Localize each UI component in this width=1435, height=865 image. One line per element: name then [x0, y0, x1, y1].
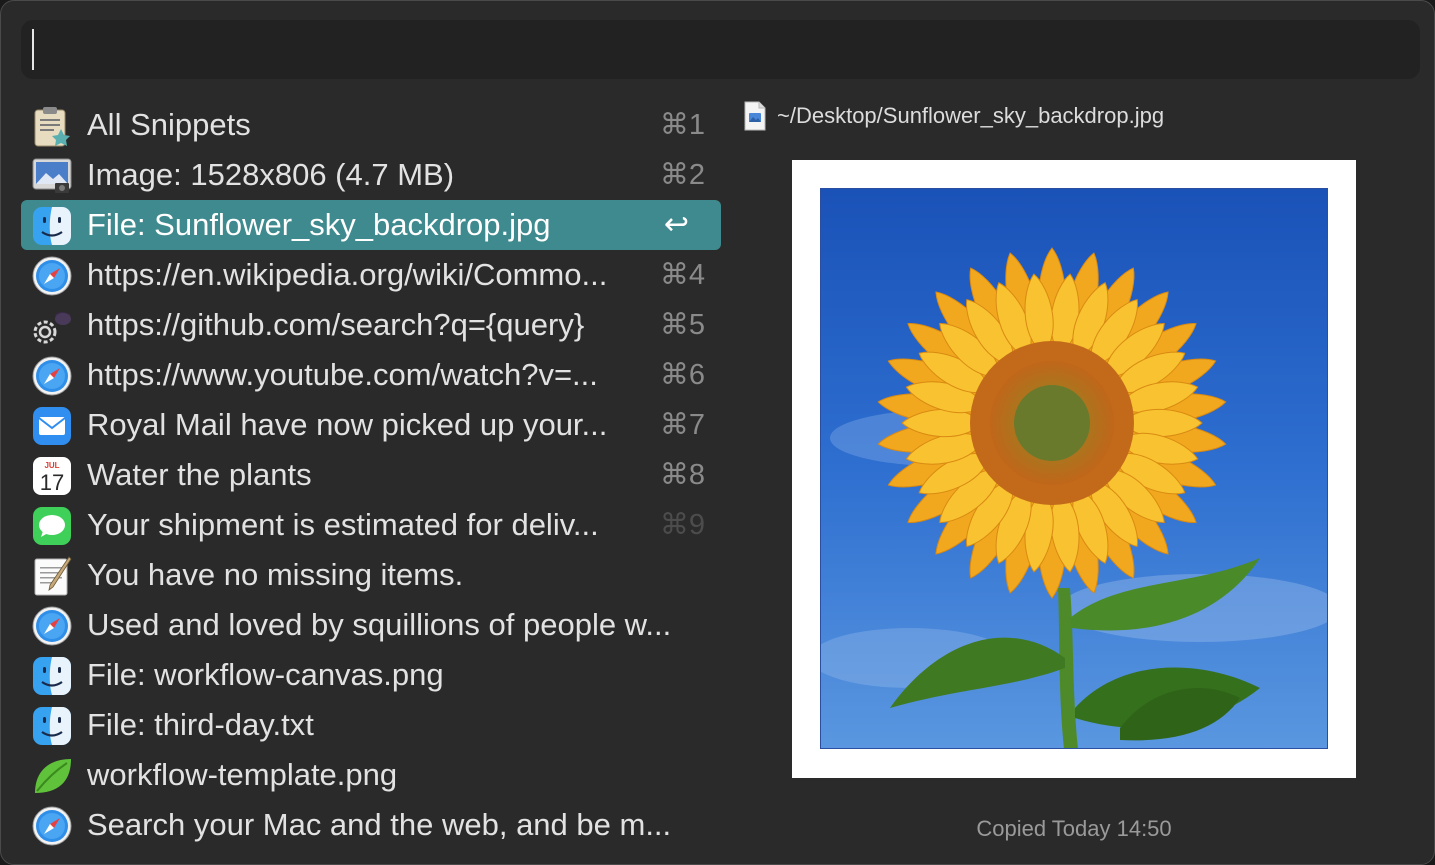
result-label: Water the plants: [87, 457, 312, 492]
result-label: Your shipment is estimated for deliv...: [87, 507, 599, 542]
shortcut-hint: ⌘6: [659, 359, 705, 391]
finder-icon: [31, 705, 73, 747]
result-item[interactable]: Royal Mail have now picked up your... ⌘7: [21, 400, 721, 450]
result-item[interactable]: All Snippets ⌘1: [21, 100, 721, 150]
return-key-hint: ↩: [663, 208, 689, 241]
sunflower-image: [820, 188, 1328, 749]
shortcut-hint: ⌘7: [659, 409, 705, 441]
text-caret: [32, 29, 34, 70]
file-path: ~/Desktop/Sunflower_sky_backdrop.jpg: [777, 103, 1165, 128]
calendar-icon: JUL 17: [31, 455, 73, 497]
copied-timestamp: Copied Today 14:50: [976, 816, 1172, 841]
result-label: https://github.com/search?q={query}: [87, 307, 585, 342]
result-label: All Snippets: [87, 107, 251, 142]
calendar-day: 17: [40, 470, 64, 495]
result-item[interactable]: workflow-template.png: [21, 750, 721, 800]
result-label: https://en.wikipedia.org/wiki/Commo...: [87, 257, 608, 292]
result-label: File: workflow-canvas.png: [87, 657, 444, 692]
mail-icon: [31, 405, 73, 447]
result-item[interactable]: JUL 17 Water the plants ⌘8: [21, 450, 721, 500]
result-label: File: third-day.txt: [87, 707, 314, 742]
results-list: All Snippets ⌘1 Image: 1528x806 (4.7 MB) ⌘2…: [21, 100, 721, 850]
safari-icon: [31, 805, 73, 847]
result-label: Royal Mail have now picked up your...: [87, 407, 608, 442]
finder-icon: [31, 205, 73, 247]
shortcut-hint: ⌘4: [659, 259, 705, 291]
workflow-gear-icon: [31, 305, 73, 347]
safari-icon: [31, 255, 73, 297]
calendar-month: JUL: [44, 461, 59, 470]
result-label: Search your Mac and the web, and be m...: [87, 807, 672, 842]
result-item[interactable]: File: workflow-canvas.png: [21, 650, 721, 700]
result-item[interactable]: Image: 1528x806 (4.7 MB) ⌘2: [21, 150, 721, 200]
shortcut-hint: ⌘2: [659, 159, 705, 191]
shortcut-hint: ⌘9: [659, 509, 705, 541]
snippets-clipboard-icon: [31, 105, 73, 147]
clipboard-history-window: All Snippets ⌘1 Image: 1528x806 (4.7 MB) ⌘2…: [0, 0, 1435, 865]
safari-icon: [31, 605, 73, 647]
result-item[interactable]: File: Sunflower_sky_backdrop.jpg ↩: [21, 200, 721, 250]
finder-icon: [31, 655, 73, 697]
image-preview-frame: [792, 160, 1356, 778]
result-item[interactable]: You have no missing items.: [21, 550, 721, 600]
result-label: File: Sunflower_sky_backdrop.jpg: [87, 207, 551, 242]
result-item[interactable]: Used and loved by squillions of people w…: [21, 600, 721, 650]
result-item[interactable]: Search your Mac and the web, and be m...: [21, 800, 721, 850]
search-bar[interactable]: [21, 20, 1420, 79]
result-label: Image: 1528x806 (4.7 MB): [87, 157, 455, 192]
preview-image-icon: [31, 155, 73, 197]
safari-icon: [31, 355, 73, 397]
result-label: Used and loved by squillions of people w…: [87, 607, 672, 642]
result-item[interactable]: https://github.com/search?q={query} ⌘5: [21, 300, 721, 350]
shortcut-hint: ⌘1: [659, 109, 705, 141]
result-item[interactable]: https://en.wikipedia.org/wiki/Commo... ⌘4: [21, 250, 721, 300]
shortcut-hint: ⌘8: [659, 459, 705, 491]
preview-path: ~/Desktop/Sunflower_sky_backdrop.jpg: [743, 100, 1164, 132]
textedit-icon: [31, 555, 73, 597]
result-label: You have no missing items.: [87, 557, 464, 592]
result-item[interactable]: https://www.youtube.com/watch?v=... ⌘6: [21, 350, 721, 400]
messages-icon: [31, 505, 73, 547]
search-input[interactable]: [29, 26, 1409, 72]
result-item[interactable]: Your shipment is estimated for deliv... ⌘…: [21, 500, 721, 550]
document-icon: [744, 101, 766, 131]
result-label: https://www.youtube.com/watch?v=...: [87, 357, 598, 392]
leaf-icon: [31, 755, 73, 797]
shortcut-hint: ⌘5: [659, 309, 705, 341]
result-label: workflow-template.png: [87, 757, 398, 792]
result-item[interactable]: File: third-day.txt: [21, 700, 721, 750]
